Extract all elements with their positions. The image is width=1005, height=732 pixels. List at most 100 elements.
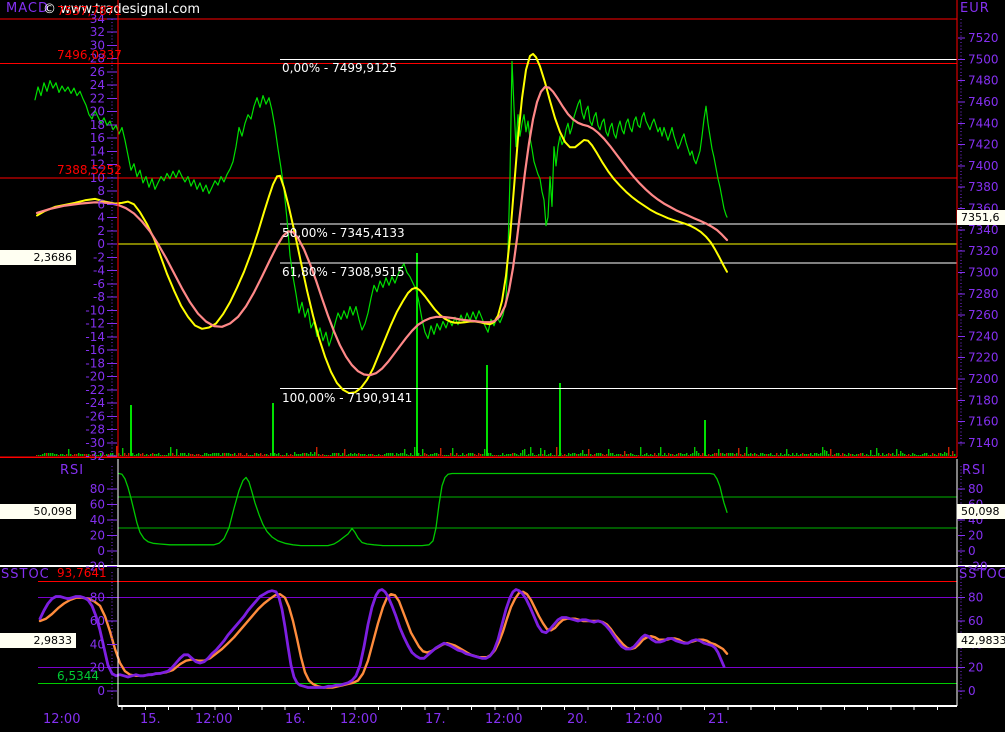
volume-bar <box>224 453 225 456</box>
volume-bar <box>788 454 789 456</box>
volume-bar <box>904 454 905 456</box>
volume-bar <box>132 453 133 456</box>
volume-bar <box>116 446 117 456</box>
volume-bar <box>142 453 143 456</box>
volume-bar <box>62 454 63 456</box>
volume-bar <box>200 455 201 456</box>
volume-bar <box>764 454 765 456</box>
volume-bar <box>400 453 401 456</box>
volume-bar <box>120 455 121 456</box>
volume-bar <box>236 455 237 456</box>
price-line <box>35 61 727 346</box>
volume-bar <box>470 453 471 456</box>
volume-bar <box>750 453 751 456</box>
volume-bar <box>166 455 167 456</box>
volume-bar <box>472 453 473 456</box>
volume-bar <box>476 455 477 456</box>
volume-bar <box>922 454 923 456</box>
volume-bar <box>784 454 785 456</box>
volume-bar <box>634 455 635 456</box>
macd-axis-tick-label: 6 <box>97 197 105 211</box>
volume-bar <box>514 453 515 456</box>
rsi-current-value-label-right: 50,098 <box>957 504 1005 519</box>
stoch-d-line <box>40 592 727 688</box>
volume-bar <box>316 447 317 456</box>
volume-bar <box>668 453 669 456</box>
volume-bar <box>646 453 647 456</box>
volume-bar <box>158 453 159 456</box>
volume-bar <box>170 447 171 456</box>
volume-bar <box>858 454 859 456</box>
volume-bar <box>790 455 791 456</box>
eur-axis-tick-label: 7440 <box>968 116 999 130</box>
volume-bar <box>678 453 679 456</box>
volume-bar <box>636 455 637 456</box>
volume-bar <box>808 454 809 456</box>
volume-bar <box>424 453 425 456</box>
volume-bar <box>178 455 179 456</box>
volume-bar <box>426 454 427 456</box>
volume-bar <box>638 455 639 456</box>
macd-axis-tick-label: -22 <box>85 383 105 397</box>
volume-bar <box>810 453 811 456</box>
volume-bar <box>266 454 267 456</box>
volume-bar <box>684 454 685 456</box>
volume-bar <box>544 450 545 456</box>
volume-bar <box>674 455 675 456</box>
volume-bar <box>518 455 519 456</box>
volume-bar <box>276 454 277 456</box>
volume-bar <box>854 455 855 456</box>
volume-bar <box>606 454 607 456</box>
volume-bar <box>260 453 261 456</box>
time-axis-label: 20. <box>567 712 588 727</box>
volume-bar <box>918 455 919 456</box>
volume-bar <box>656 455 657 456</box>
eur-axis-tick-label: 7280 <box>968 287 999 301</box>
volume-bar <box>484 449 485 456</box>
volume-bar <box>772 455 773 456</box>
volume-bar <box>682 454 683 456</box>
volume-bar <box>440 448 441 456</box>
volume-bar <box>720 453 721 456</box>
volume-bar <box>488 453 489 456</box>
volume-bar <box>392 453 393 456</box>
volume-bar <box>654 453 655 456</box>
volume-bar <box>302 453 303 456</box>
volume-bar <box>512 453 513 456</box>
time-axis-label: 15. <box>140 712 161 727</box>
volume-bar <box>716 453 717 456</box>
volume-bar <box>58 455 59 456</box>
volume-bar <box>306 453 307 456</box>
volume-bar <box>878 453 879 456</box>
volume-bar <box>516 454 517 456</box>
volume-bar <box>594 454 595 456</box>
sstoc-axis-tick-label: 0 <box>968 684 976 698</box>
volume-bar <box>524 449 525 456</box>
volume-bar <box>136 454 137 456</box>
volume-bar <box>298 454 299 456</box>
macd-axis-tick-label: 24 <box>90 78 105 92</box>
volume-bar <box>832 455 833 456</box>
volume-bar <box>406 454 407 456</box>
volume-bar <box>876 448 877 456</box>
volume-bar <box>574 453 575 456</box>
volume-bar <box>282 455 283 456</box>
volume-bar <box>890 454 891 456</box>
volume-bar <box>354 453 355 456</box>
volume-bar <box>726 453 727 456</box>
volume-bar <box>860 453 861 456</box>
time-axis-label: 12:00 <box>485 712 522 727</box>
eur-axis-tick-label: 7420 <box>968 138 999 152</box>
chart-canvas[interactable]: 3432302826242220181614121086420-2-4-6-8-… <box>0 0 1005 732</box>
volume-bar <box>640 447 641 456</box>
volume-bar <box>446 455 447 456</box>
time-axis-label: 16. <box>285 712 306 727</box>
volume-bar <box>946 453 947 456</box>
volume-bar <box>372 454 373 456</box>
volume-bar <box>728 453 729 456</box>
volume-bar <box>664 453 665 456</box>
volume-bar <box>214 453 215 456</box>
macd-axis-tick-label: 8 <box>97 184 105 198</box>
macd-axis-tick-label: 18 <box>90 118 105 132</box>
volume-bar <box>758 455 759 456</box>
